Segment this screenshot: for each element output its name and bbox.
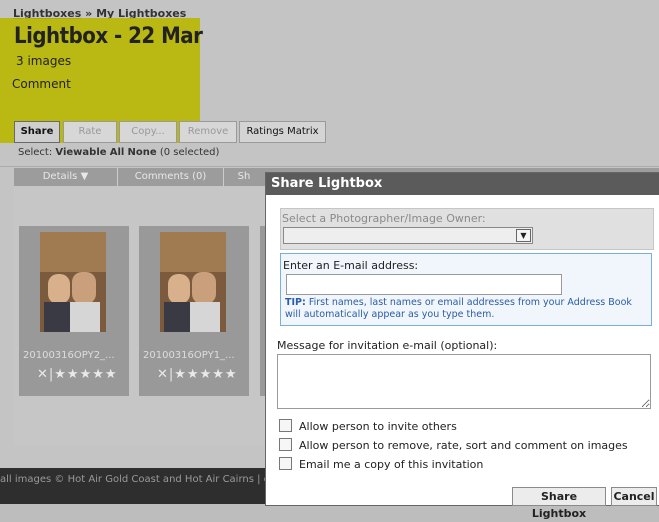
share-button[interactable]: Share — [14, 121, 60, 143]
email-tip: TIP: First names, last names or email ad… — [285, 297, 645, 321]
message-label: Message for invitation e-mail (optional)… — [277, 339, 498, 352]
remove-button[interactable]: Remove — [179, 121, 237, 143]
star-rating[interactable]: ✕|★★★★★ — [157, 367, 238, 382]
tab-comments[interactable]: Comments (0) — [118, 168, 224, 186]
image-count: 3 images — [16, 54, 72, 68]
thumbnail-image[interactable] — [40, 232, 106, 332]
invite-others-checkbox[interactable] — [279, 419, 292, 432]
select-none-link[interactable]: None — [128, 147, 157, 158]
rate-button[interactable]: Rate — [63, 121, 117, 143]
chevron-down-icon[interactable]: ▼ — [516, 229, 531, 242]
message-textarea[interactable] — [277, 354, 651, 409]
email-copy-checkbox[interactable] — [279, 457, 292, 470]
star-rating[interactable]: ✕|★★★★★ — [37, 367, 118, 382]
email-label: Enter an E-mail address: — [283, 259, 419, 272]
thumbnail-filename: 20100316OPY2_... — [23, 350, 115, 361]
owner-label: Select a Photographer/Image Owner: — [282, 212, 486, 225]
comment-link[interactable]: Comment — [12, 77, 71, 91]
cancel-button[interactable]: Cancel — [611, 487, 657, 506]
allow-edit-label: Allow person to remove, rate, sort and c… — [299, 439, 628, 452]
email-input[interactable] — [286, 274, 562, 295]
select-label: Select: — [18, 147, 53, 158]
select-viewable-link[interactable]: Viewable — [55, 147, 106, 158]
select-all-link[interactable]: All — [110, 147, 125, 158]
allow-edit-checkbox[interactable] — [279, 438, 292, 451]
selected-count: (0 selected) — [159, 147, 220, 158]
footer-copyright: all images © Hot Air Gold Coast and Hot … — [0, 474, 292, 485]
divider — [0, 166, 659, 167]
copy-button[interactable]: Copy... — [119, 121, 177, 143]
thumbnail-card[interactable]: 20100316OPY1_... ✕|★★★★★ — [139, 226, 249, 396]
tab-details[interactable]: Details ▼ — [14, 168, 118, 186]
thumbnail-filename: 20100316OPY1_... — [143, 350, 235, 361]
tab-share[interactable]: Sh — [224, 168, 264, 186]
email-copy-label: Email me a copy of this invitation — [299, 458, 484, 471]
dialog-title: Share Lightbox — [271, 176, 383, 191]
tip-text: First names, last names or email address… — [285, 297, 632, 320]
invite-others-label: Allow person to invite others — [299, 420, 457, 433]
ratings-matrix-button[interactable]: Ratings Matrix — [239, 121, 326, 143]
dialog-title-bar[interactable]: Share Lightbox — [266, 173, 659, 195]
thumbnail-image[interactable] — [160, 232, 226, 332]
select-bar: Select: Viewable All None (0 selected) — [18, 147, 219, 158]
share-lightbox-button[interactable]: Share Lightbox — [512, 487, 606, 520]
share-lightbox-dialog: Share Lightbox Select a Photographer/Ima… — [265, 172, 659, 520]
thumbnail-card[interactable]: 20100316OPY2_... ✕|★★★★★ — [19, 226, 129, 396]
tip-label: TIP: — [285, 297, 306, 308]
owner-select[interactable]: ▼ — [283, 227, 533, 244]
page-title: Lightbox - 22 Mar — [14, 24, 203, 49]
